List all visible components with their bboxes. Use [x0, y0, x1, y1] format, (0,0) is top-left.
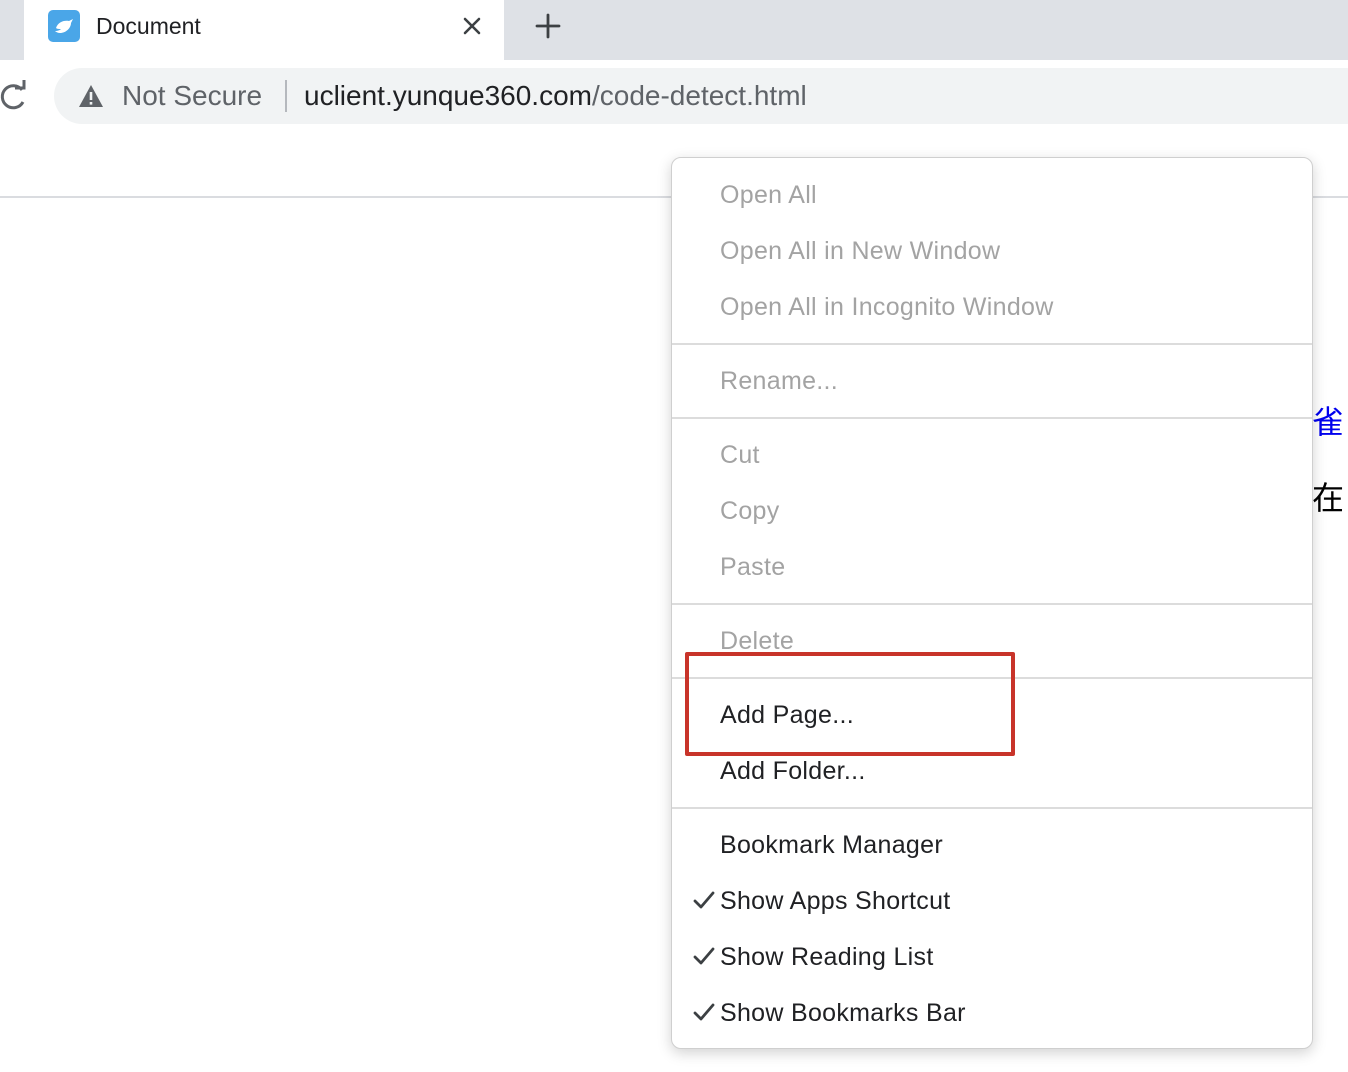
menu-item-copy[interactable]: Copy: [720, 496, 780, 526]
page-link-fragment[interactable]: 雀: [1312, 404, 1344, 440]
menu-item-add-folder[interactable]: Add Folder...: [720, 756, 866, 786]
menu-separator: [672, 677, 1312, 679]
tab-strip: Document: [0, 0, 1348, 60]
toolbar: Not Secure uclient.yunque360.com/code-de…: [0, 60, 1348, 136]
close-icon[interactable]: [458, 12, 486, 40]
menu-item-cut[interactable]: Cut: [720, 440, 760, 470]
plus-icon[interactable]: [532, 10, 564, 42]
reload-icon[interactable]: [0, 80, 28, 112]
menu-separator: [672, 603, 1312, 605]
menu-item-open-all[interactable]: Open All: [720, 180, 817, 210]
checkmark-icon: [692, 889, 716, 913]
url-text[interactable]: uclient.yunque360.com/code-detect.html: [304, 80, 807, 112]
tab-title: Document: [96, 13, 201, 39]
checkmark-icon: [692, 1001, 716, 1025]
security-label[interactable]: Not Secure: [122, 80, 262, 112]
menu-item-show-reading-list[interactable]: Show Reading List: [720, 942, 934, 972]
menu-item-add-page[interactable]: Add Page...: [720, 700, 854, 730]
menu-item-delete[interactable]: Delete: [720, 626, 794, 656]
url-path: /code-detect.html: [591, 80, 807, 111]
menu-item-show-apps-shortcut[interactable]: Show Apps Shortcut: [720, 886, 951, 916]
menu-item-open-all-new-window[interactable]: Open All in New Window: [720, 236, 1000, 266]
menu-item-show-bookmarks-bar[interactable]: Show Bookmarks Bar: [720, 998, 966, 1028]
address-bar[interactable]: Not Secure uclient.yunque360.com/code-de…: [54, 68, 1348, 124]
url-host: uclient.yunque360.com: [304, 80, 592, 111]
warning-icon[interactable]: [78, 84, 104, 108]
menu-item-open-all-incognito[interactable]: Open All in Incognito Window: [720, 292, 1054, 322]
menu-separator: [672, 807, 1312, 809]
menu-separator: [672, 343, 1312, 345]
checkmark-icon: [692, 945, 716, 969]
menu-item-paste[interactable]: Paste: [720, 552, 785, 582]
menu-item-rename[interactable]: Rename...: [720, 366, 838, 396]
omnibox-separator: [285, 80, 287, 112]
menu-separator: [672, 417, 1312, 419]
page-text-fragment: 在: [1312, 479, 1345, 517]
bookmarks-context-menu: Open All Open All in New Window Open All…: [671, 157, 1313, 1049]
tab-document[interactable]: Document: [24, 0, 504, 60]
bird-icon: [48, 10, 80, 42]
menu-item-bookmark-manager[interactable]: Bookmark Manager: [720, 830, 943, 860]
